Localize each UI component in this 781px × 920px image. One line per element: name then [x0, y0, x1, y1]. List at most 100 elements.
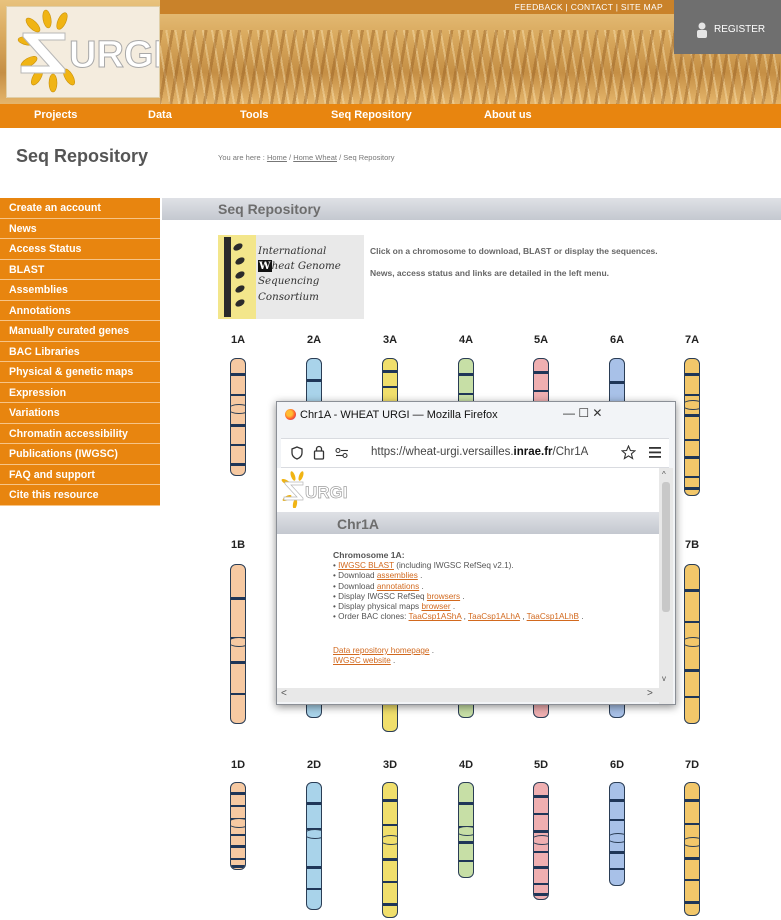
popup-section-bar — [277, 512, 659, 534]
list-item-text: . — [460, 591, 465, 601]
centromere — [231, 818, 245, 828]
chromosome-label-2d: 2D — [307, 759, 322, 771]
chromosome-band — [231, 444, 245, 446]
chromosome-7d[interactable] — [684, 782, 700, 916]
popup-footer-links: Data repository homepage . IWGSC website… — [333, 646, 434, 667]
chromosome-band — [383, 799, 397, 802]
firefox-popup-window[interactable]: Chr1A - WHEAT URGI — Mozilla Firefox — ☐… — [276, 401, 676, 705]
chromosome-band — [685, 476, 699, 478]
annotations-link[interactable]: annotations — [377, 582, 419, 591]
chromosome-band — [685, 456, 699, 459]
url-text[interactable]: https://wheat-urgi.versailles.inrae.fr/C… — [371, 446, 588, 458]
chromosome-4d[interactable] — [458, 782, 474, 878]
popup-links-list: • IWGSC BLAST (including IWGSC RefSeq v2… — [333, 561, 584, 623]
firefox-icon — [285, 409, 296, 420]
chromosome-band — [685, 487, 699, 490]
chromosome-label-4a: 4A — [459, 334, 474, 346]
chromosome-label-1a: 1A — [231, 334, 246, 346]
bac-clone-link-1[interactable]: TaaCsp1AShA — [409, 612, 462, 621]
chromosome-band — [685, 373, 699, 376]
chromosome-band — [383, 370, 397, 373]
centromere — [459, 826, 473, 836]
chromosome-band — [459, 841, 473, 844]
chromosome-7b[interactable] — [684, 564, 700, 724]
chromosome-band — [231, 805, 245, 807]
chromosome-band — [685, 414, 699, 417]
chromosome-label-3a: 3A — [383, 334, 398, 346]
data-repository-homepage-link[interactable]: Data repository homepage — [333, 646, 430, 655]
scrollbar-thumb[interactable] — [662, 482, 670, 612]
scroll-left-icon[interactable]: < — [281, 688, 287, 699]
chromosome-band — [534, 390, 548, 392]
physical-maps-browser-link[interactable]: browser — [421, 602, 450, 611]
chromosome-label-1d: 1D — [231, 759, 246, 771]
chromosome-band — [685, 799, 699, 802]
chromosome-2d[interactable] — [306, 782, 322, 910]
chromosome-band — [231, 865, 245, 868]
horizontal-scrollbar[interactable]: < > — [277, 688, 659, 702]
chromosome-band — [383, 903, 397, 906]
chromosome-band — [534, 893, 548, 896]
chromosome-band — [383, 858, 397, 861]
window-title-text: Chr1A - WHEAT URGI — Mozilla Firefox — [300, 409, 498, 421]
chromosome-band — [231, 424, 245, 427]
url-suffix: /Chr1A — [552, 446, 589, 458]
chromosome-band — [383, 824, 397, 826]
chromosome-band — [383, 881, 397, 883]
chromosome-band — [231, 394, 245, 396]
chromosome-1a[interactable] — [230, 358, 246, 476]
chromosome-band — [685, 901, 699, 904]
list-item: • Order BAC clones: TaaCsp1AShA , TaaCsp… — [333, 612, 584, 622]
chromosome-band — [231, 845, 245, 848]
iwgsc-blast-link[interactable]: IWGSC BLAST — [338, 561, 394, 570]
iwgsc-website-link[interactable]: IWGSC website — [333, 656, 391, 665]
popup-title: Chr1A — [337, 516, 380, 532]
chromosome-band — [231, 834, 245, 836]
scroll-right-icon[interactable]: > — [647, 688, 653, 699]
chromosome-band — [459, 802, 473, 805]
assemblies-link[interactable]: assemblies — [377, 571, 418, 580]
chromosome-1b[interactable] — [230, 564, 246, 724]
chromosome-label-5a: 5A — [534, 334, 549, 346]
browsers-link[interactable]: browsers — [427, 592, 460, 601]
chromosome-band — [534, 830, 548, 833]
scroll-up-icon[interactable]: ^ — [662, 470, 666, 479]
urgi-small-logo[interactable]: URGI — [279, 470, 349, 508]
url-bar[interactable]: https://wheat-urgi.versailles.inrae.fr/C… — [281, 438, 669, 468]
list-item-text: . — [429, 646, 435, 655]
lock-icon[interactable] — [313, 445, 325, 460]
list-item-text: Download — [338, 571, 377, 581]
menu-icon[interactable] — [649, 447, 661, 458]
list-item: IWGSC website . — [333, 656, 434, 666]
list-item: • Download annotations . — [333, 582, 584, 592]
url-domain: inrae.fr — [513, 446, 553, 458]
list-item: Data repository homepage . — [333, 646, 434, 656]
list-item-text: . — [450, 602, 456, 612]
chromosome-6d[interactable] — [609, 782, 625, 886]
shield-icon[interactable] — [291, 446, 303, 460]
chromosome-band — [610, 851, 624, 854]
chromosome-band — [307, 866, 321, 869]
permissions-icon[interactable] — [335, 447, 349, 459]
window-controls[interactable]: — ☐ ✕ — [563, 406, 602, 420]
small-logo-wordmark: URGI — [305, 483, 348, 502]
list-item-text: . — [417, 571, 423, 581]
chromosome-5d[interactable] — [533, 782, 549, 900]
centromere — [534, 835, 548, 845]
bookmark-star-icon[interactable] — [621, 445, 636, 460]
chromosome-7a[interactable] — [684, 358, 700, 496]
chromosome-band — [685, 669, 699, 672]
vertical-scrollbar[interactable]: ^ v — [659, 468, 673, 704]
chromosome-band — [231, 373, 245, 376]
list-item-text: (including IWGSC RefSeq v2.1). — [393, 561, 514, 570]
chromosome-label-4d: 4D — [459, 759, 474, 771]
centromere — [383, 835, 397, 845]
scroll-down-icon[interactable]: v — [662, 674, 666, 683]
chromosome-band — [534, 866, 548, 869]
list-item-text: Download — [338, 581, 377, 591]
chromosome-3d[interactable] — [382, 782, 398, 918]
url-prefix: https://wheat-urgi.versailles. — [371, 446, 514, 458]
bac-clone-link-2[interactable]: TaaCsp1ALhA — [468, 612, 520, 621]
bac-clone-link-3[interactable]: TaaCsp1ALhB — [527, 612, 579, 621]
chromosome-1d[interactable] — [230, 782, 246, 870]
